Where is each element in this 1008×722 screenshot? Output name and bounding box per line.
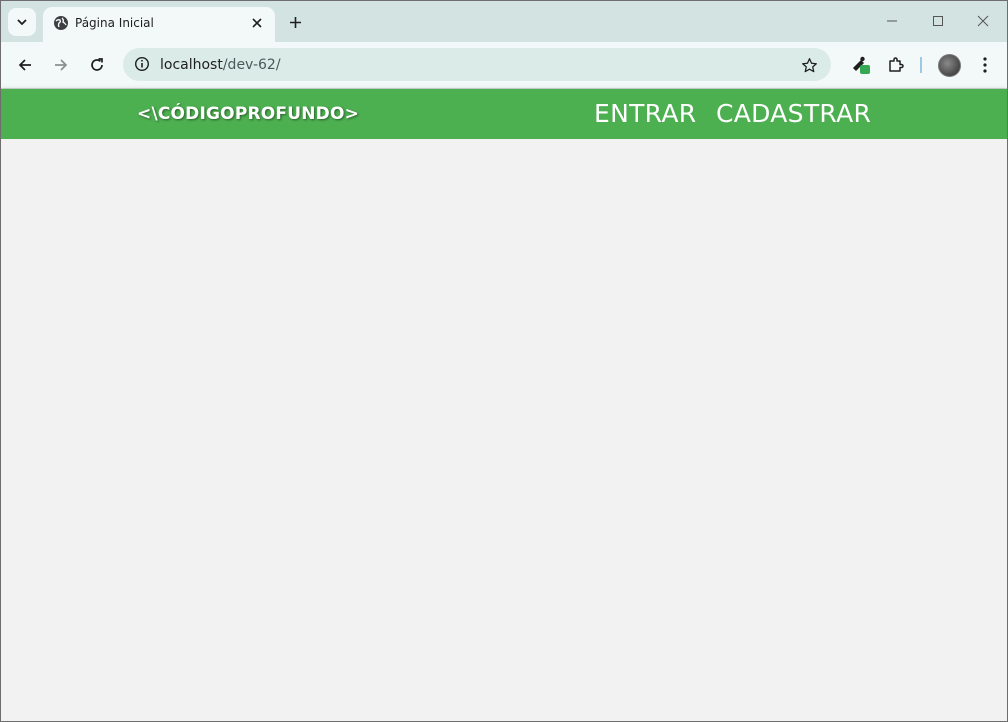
tab-close-button[interactable]: [249, 15, 265, 31]
browser-toolbar: localhost/dev-62/: [1, 42, 1007, 89]
browser-menu-button[interactable]: [973, 53, 997, 77]
minimize-icon: [887, 20, 897, 22]
new-tab-button[interactable]: [285, 12, 305, 32]
toolbar-divider: [920, 57, 922, 73]
url-host: localhost: [160, 57, 223, 73]
arrow-left-icon: [18, 59, 31, 71]
tab-search-button[interactable]: [8, 8, 36, 36]
kebab-menu-icon: [983, 57, 987, 73]
close-window-button[interactable]: [971, 9, 995, 33]
minimize-button[interactable]: [880, 9, 904, 33]
nav-link-cadastrar[interactable]: CADASTRAR: [716, 99, 871, 128]
maximize-icon: [933, 16, 943, 26]
profile-avatar[interactable]: [938, 54, 961, 77]
pen-extension-icon: [853, 56, 870, 74]
back-button[interactable]: [13, 53, 37, 77]
address-bar[interactable]: localhost/dev-62/: [123, 48, 831, 81]
close-icon: [977, 15, 989, 27]
reload-button[interactable]: [85, 53, 109, 77]
tab-active[interactable]: Página Inicial: [43, 7, 275, 42]
maximize-button[interactable]: [926, 9, 950, 33]
site-header: <\CÓDIGOPROFUNDO> ENTRAR CADASTRAR: [1, 89, 1007, 139]
star-icon: [801, 57, 817, 72]
close-icon: [252, 18, 262, 28]
reload-icon: [91, 58, 103, 71]
arrow-right-icon: [55, 59, 68, 71]
tab-strip: Página Inicial: [1, 1, 1007, 42]
browser-window: Página Inicial localhost/dev-62/ <\CÓDIG…: [0, 0, 1008, 722]
extensions-button[interactable]: [884, 53, 908, 77]
info-icon: [134, 56, 150, 72]
site-logo[interactable]: <\CÓDIGOPROFUNDO>: [137, 104, 359, 124]
site-info-button[interactable]: [131, 53, 153, 75]
globe-icon: [54, 16, 68, 30]
bookmark-button[interactable]: [799, 55, 819, 75]
url-text: localhost/dev-62/: [160, 57, 281, 73]
plus-icon: [289, 16, 301, 28]
forward-button[interactable]: [49, 53, 73, 77]
chevron-down-icon: [17, 19, 27, 26]
url-path: /dev-62/: [222, 57, 281, 73]
nav-link-entrar[interactable]: ENTRAR: [594, 99, 696, 128]
tab-title: Página Inicial: [75, 16, 154, 30]
page-content: [1, 139, 1007, 721]
extension-pen-button[interactable]: [849, 53, 873, 77]
puzzle-icon: [889, 57, 904, 72]
